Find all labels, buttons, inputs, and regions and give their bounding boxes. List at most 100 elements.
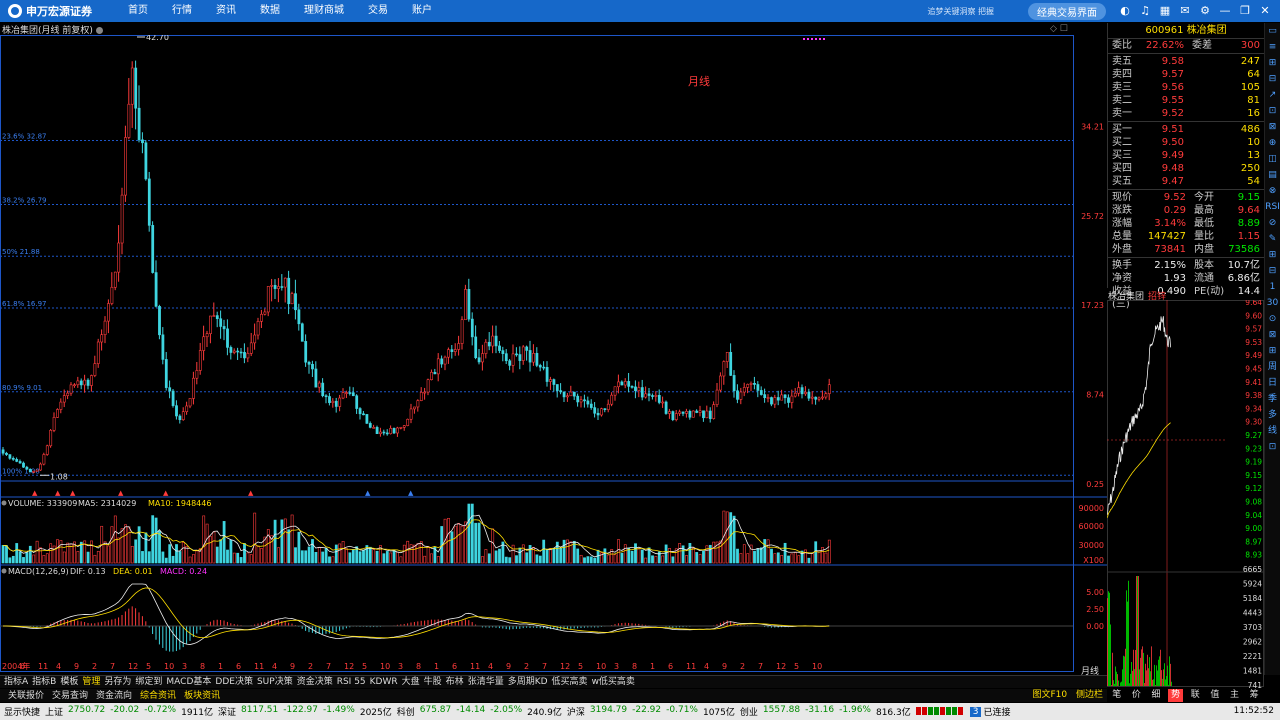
indicator-tab[interactable]: 另存为 xyxy=(102,676,133,688)
side-tool-icon[interactable]: ⊞ xyxy=(1265,343,1280,359)
indicator-tab[interactable]: SUP决策 xyxy=(255,676,295,688)
side-tool-icon[interactable]: ⊟ xyxy=(1265,263,1280,279)
detail-tab[interactable]: 值 xyxy=(1207,689,1222,702)
restore-icon[interactable]: ❐ xyxy=(1238,4,1252,18)
nav-item-0[interactable]: 首页 xyxy=(118,0,158,22)
order-row[interactable]: 卖五 9.58 247 xyxy=(1108,55,1264,68)
app-icon[interactable]: ◐ xyxy=(1118,4,1132,18)
volume-bar xyxy=(117,537,121,564)
nav-item-5[interactable]: 交易 xyxy=(358,0,398,22)
side-tool-icon[interactable]: ▭ xyxy=(1265,23,1280,39)
side-tool-icon[interactable]: ⊡ xyxy=(1265,439,1280,455)
message-icon[interactable]: ✉ xyxy=(1178,4,1192,18)
nav-item-3[interactable]: 数据 xyxy=(250,0,290,22)
nav-item-1[interactable]: 行情 xyxy=(162,0,202,22)
side-tool-icon[interactable]: ⊗ xyxy=(1265,183,1280,199)
close-icon[interactable]: ✕ xyxy=(1258,4,1272,18)
indicator-tab[interactable]: 模板 xyxy=(58,676,80,688)
volume-bar xyxy=(623,544,627,564)
nav-item-6[interactable]: 账户 xyxy=(402,0,442,22)
side-tool-icon[interactable]: ⊞ xyxy=(1265,55,1280,71)
side-tool-icon[interactable]: ✎ xyxy=(1265,231,1280,247)
info-tab[interactable]: 交易查询 xyxy=(48,690,92,702)
side-tool-icon[interactable]: 周 xyxy=(1265,359,1280,375)
calculator-icon[interactable]: ▦ xyxy=(1158,4,1172,18)
indicator-tab[interactable]: 管理 xyxy=(80,676,102,688)
side-tool-icon[interactable]: ⊠ xyxy=(1265,119,1280,135)
side-tool-icon[interactable]: 多 xyxy=(1265,407,1280,423)
indicator-tab[interactable]: 布林 xyxy=(444,676,466,688)
macd-options-icon[interactable] xyxy=(1,568,7,574)
chart-close-icon[interactable]: ☐ xyxy=(1060,24,1068,34)
minimize-icon[interactable]: — xyxy=(1218,4,1232,18)
order-row[interactable]: 买一 9.51 486 xyxy=(1108,123,1264,136)
classic-trading-button[interactable]: 经典交易界面 xyxy=(1028,2,1106,20)
connection-status-badge[interactable]: 3 xyxy=(969,706,982,717)
order-row[interactable]: 卖三 9.56 105 xyxy=(1108,81,1264,94)
sidebar-link[interactable]: 侧边栏 xyxy=(1076,690,1103,700)
detail-tab[interactable]: 联 xyxy=(1188,689,1203,702)
order-row[interactable]: 买二 9.50 10 xyxy=(1108,136,1264,149)
indicator-tab[interactable]: MACD基本 xyxy=(164,676,213,688)
indicator-tab[interactable]: 指标B xyxy=(30,676,58,688)
indicator-tab[interactable]: 资金决策 xyxy=(295,676,335,688)
side-tool-icon[interactable]: RSI xyxy=(1265,199,1280,215)
intraday-chart[interactable]: 9.64 9.60 9.57 9.53 9.49 9.45 9.41 9.38 9.34 9.30… xyxy=(1107,300,1264,688)
order-row[interactable]: 卖一 9.52 16 xyxy=(1108,107,1264,120)
side-tool-icon[interactable]: 30 xyxy=(1265,295,1280,311)
volume-options-icon[interactable] xyxy=(1,500,7,506)
chart-options-icon[interactable] xyxy=(95,27,103,34)
detail-tab[interactable]: 笔 xyxy=(1109,689,1124,702)
side-tool-icon[interactable]: ⊞ xyxy=(1265,247,1280,263)
f10-link[interactable]: 图文F10 xyxy=(1032,690,1067,700)
settings-icon[interactable]: ⚙ xyxy=(1198,4,1212,18)
nav-item-2[interactable]: 资讯 xyxy=(206,0,246,22)
detail-tab[interactable]: 筹 xyxy=(1247,689,1262,702)
order-row[interactable]: 买四 9.48 250 xyxy=(1108,162,1264,175)
side-tool-icon[interactable]: ⊡ xyxy=(1265,103,1280,119)
stock-chart[interactable]: 23.6% 32.87 38.2% 26.79 50% 21.88 61.8% 16.… xyxy=(0,35,1107,675)
indicator-tab[interactable]: 多周期KD xyxy=(506,676,550,688)
side-tool-icon[interactable]: 1 xyxy=(1265,279,1280,295)
indicator-tab[interactable]: w低买高卖 xyxy=(590,676,637,688)
chart-layout-icon[interactable]: ◇ xyxy=(1050,24,1057,34)
order-row[interactable]: 买三 9.49 13 xyxy=(1108,149,1264,162)
side-tool-icon[interactable]: ▤ xyxy=(1265,167,1280,183)
side-tool-icon[interactable]: ↗ xyxy=(1265,87,1280,103)
side-tool-icon[interactable]: 季 xyxy=(1265,391,1280,407)
indicator-tab[interactable]: 指标A xyxy=(2,676,30,688)
info-tab[interactable]: 综合资讯 xyxy=(136,690,180,702)
headset-icon[interactable]: ♫ xyxy=(1138,4,1152,18)
brand-logo[interactable]: 申万宏源证券 xyxy=(0,3,118,19)
order-row[interactable]: 买五 9.47 54 xyxy=(1108,175,1264,188)
detail-tab[interactable]: 细 xyxy=(1149,689,1164,702)
indicator-tab[interactable]: RSI 55 xyxy=(335,676,368,688)
indicator-tab[interactable]: DDE决策 xyxy=(213,676,255,688)
side-tool-icon[interactable]: ⊙ xyxy=(1265,311,1280,327)
indicator-tab[interactable]: 张清华量 xyxy=(466,676,506,688)
order-row[interactable]: 卖四 9.57 64 xyxy=(1108,68,1264,81)
indicator-tab[interactable]: 低买高卖 xyxy=(550,676,590,688)
detail-tab[interactable]: 势 xyxy=(1168,689,1184,702)
detail-tab[interactable]: 主 xyxy=(1227,689,1242,702)
candle-body xyxy=(256,321,260,336)
side-tool-icon[interactable]: ◫ xyxy=(1265,151,1280,167)
candle-body xyxy=(664,401,668,414)
indicator-tab[interactable]: 牛股 xyxy=(422,676,444,688)
order-row[interactable]: 卖二 9.55 81 xyxy=(1108,94,1264,107)
detail-tab[interactable]: 价 xyxy=(1129,689,1144,702)
side-tool-icon[interactable]: 线 xyxy=(1265,423,1280,439)
info-tab[interactable]: 资金流向 xyxy=(92,690,136,702)
side-tool-icon[interactable]: ⊕ xyxy=(1265,135,1280,151)
side-tool-icon[interactable]: ⊠ xyxy=(1265,327,1280,343)
side-tool-icon[interactable]: ⊘ xyxy=(1265,215,1280,231)
info-tab[interactable]: 板块资讯 xyxy=(180,690,224,702)
indicator-tab[interactable]: KDWR xyxy=(368,676,400,688)
indicator-tab[interactable]: 大盘 xyxy=(400,676,422,688)
nav-item-4[interactable]: 理财商城 xyxy=(294,0,354,22)
indicator-tab[interactable]: 绑定到 xyxy=(133,676,164,688)
side-tool-icon[interactable]: ⊟ xyxy=(1265,71,1280,87)
side-tool-icon[interactable]: 日 xyxy=(1265,375,1280,391)
side-tool-icon[interactable]: ≡ xyxy=(1265,39,1280,55)
info-tab[interactable]: 关联报价 xyxy=(4,690,48,702)
